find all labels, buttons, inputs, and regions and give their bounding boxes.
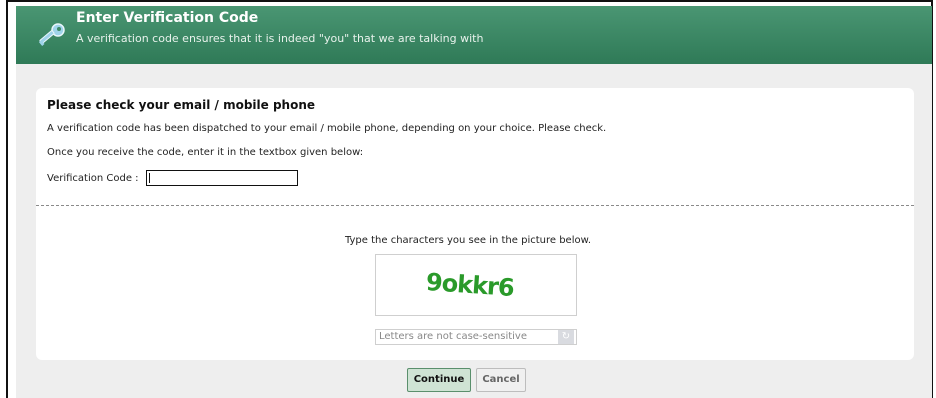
cancel-button[interactable]: Cancel <box>476 368 526 392</box>
window-border-left <box>6 0 8 398</box>
verification-code-label: Verification Code : <box>47 173 139 184</box>
captcha-input[interactable]: Letters are not case-sensitive <box>375 329 577 345</box>
captcha-prompt: Type the characters you see in the pictu… <box>344 235 592 246</box>
divider <box>36 205 914 206</box>
key-icon <box>36 22 66 53</box>
instruction-text: Once you receive the code, enter it in t… <box>47 147 364 158</box>
captcha-image: 9okkr6 <box>375 254 577 316</box>
refresh-icon[interactable]: ↻ <box>558 330 574 344</box>
window-border-top <box>6 0 933 2</box>
captcha-image-text: 9okkr6 <box>425 267 515 303</box>
dispatch-info-text: A verification code has been dispatched … <box>47 123 607 134</box>
section-title: Please check your email / mobile phone <box>47 98 316 112</box>
page-header: Enter Verification Code A verification c… <box>16 6 932 64</box>
verification-code-input[interactable] <box>146 170 298 186</box>
page-subtitle: A verification code ensures that it is i… <box>76 32 484 45</box>
continue-button[interactable]: Continue <box>407 368 471 392</box>
page-title: Enter Verification Code <box>76 10 259 26</box>
